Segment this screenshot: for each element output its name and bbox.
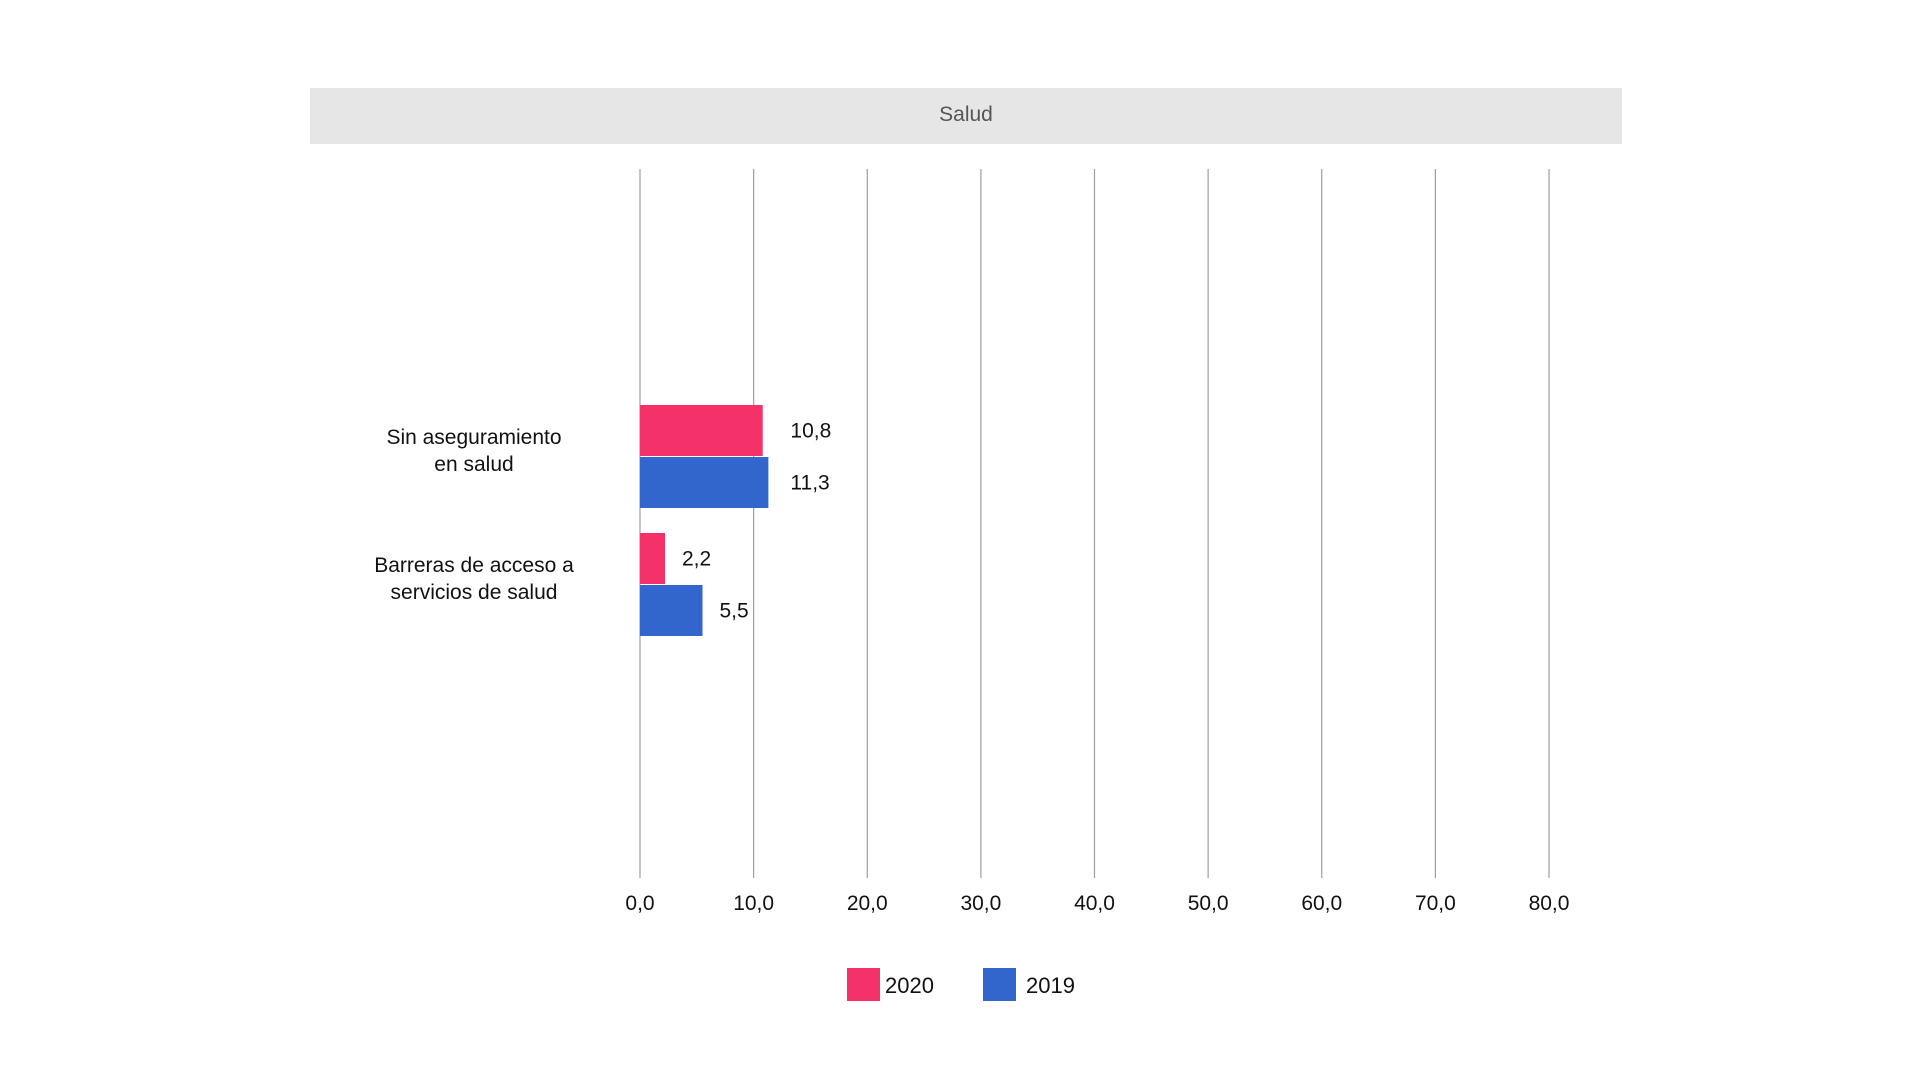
bar-2019: [640, 457, 769, 508]
legend: 2020 2019: [847, 968, 1075, 1001]
value-label: 2,2: [682, 548, 711, 571]
x-tick-label: 80,0: [1529, 892, 1570, 915]
legend-swatch-2020: [847, 968, 880, 1001]
chart-title: Salud: [939, 103, 993, 126]
category-label: en salud: [434, 453, 513, 476]
bar-2019: [640, 585, 703, 636]
legend-label: 2019: [1026, 973, 1075, 998]
x-tick-label: 50,0: [1188, 892, 1229, 915]
gridlines: [639, 169, 1550, 878]
value-label: 10,8: [790, 420, 831, 443]
x-tick-label: 0,0: [625, 892, 654, 915]
value-label: 5,5: [719, 600, 748, 623]
chart: Salud 10,8 11,3 2,2 5,5 Sin aseguramiento en…: [310, 88, 1622, 1001]
x-tick-label: 20,0: [847, 892, 888, 915]
bar-2020: [640, 533, 665, 584]
x-axis-tick-labels: 0,0 10,0 20,0 30,0 40,0 50,0 60,0 70,0 80,0: [625, 892, 1569, 915]
x-tick-label: 40,0: [1074, 892, 1115, 915]
legend-label: 2020: [885, 973, 934, 998]
legend-swatch-2019: [983, 968, 1016, 1001]
value-label: 11,3: [790, 472, 829, 495]
bar-2020: [640, 405, 763, 456]
bars: [640, 405, 769, 636]
x-tick-label: 10,0: [733, 892, 774, 915]
category-labels: Sin aseguramiento en salud Barreras de acc…: [374, 426, 574, 604]
x-tick-label: 60,0: [1301, 892, 1342, 915]
category-label: Sin aseguramiento: [386, 426, 561, 449]
category-label: servicios de salud: [391, 581, 558, 604]
x-tick-label: 30,0: [960, 892, 1001, 915]
category-label: Barreras de acceso a: [374, 554, 574, 577]
x-tick-label: 70,0: [1415, 892, 1456, 915]
